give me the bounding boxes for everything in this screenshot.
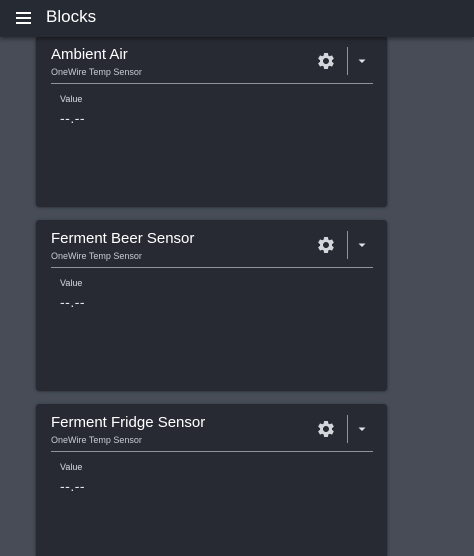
gear-icon[interactable] <box>316 419 336 439</box>
block-card-ambient-air: Ambient Air OneWire Temp Sensor Value --… <box>36 36 387 206</box>
gear-icon[interactable] <box>316 235 336 255</box>
block-title: Ambient Air <box>51 46 128 63</box>
caret-down-icon[interactable] <box>354 53 370 69</box>
value-label: Value <box>60 462 83 472</box>
page-title: Blocks <box>46 7 97 26</box>
block-type: OneWire Temp Sensor <box>51 67 142 77</box>
card-divider <box>51 267 373 268</box>
block-card-ferment-beer-sensor: Ferment Beer Sensor OneWire Temp Sensor … <box>36 220 387 390</box>
caret-down-icon[interactable] <box>354 237 370 253</box>
sensor-value: --.-- <box>60 294 86 310</box>
block-type: OneWire Temp Sensor <box>51 435 142 445</box>
header-divider <box>347 47 348 75</box>
value-label: Value <box>60 94 83 104</box>
menu-button[interactable] <box>11 8 35 28</box>
caret-down-icon[interactable] <box>354 421 370 437</box>
header-divider <box>347 415 348 443</box>
sensor-value: --.-- <box>60 110 86 126</box>
header-divider <box>347 231 348 259</box>
block-title: Ferment Fridge Sensor <box>51 414 206 431</box>
sensor-value: --.-- <box>60 478 86 494</box>
card-divider <box>51 83 373 84</box>
hamburger-menu-icon <box>16 12 31 14</box>
card-divider <box>51 451 373 452</box>
block-title: Ferment Beer Sensor <box>51 230 195 247</box>
block-card-ferment-fridge-sensor: Ferment Fridge Sensor OneWire Temp Senso… <box>36 404 387 556</box>
value-label: Value <box>60 278 83 288</box>
block-type: OneWire Temp Sensor <box>51 251 142 261</box>
app-header: Blocks <box>0 0 474 37</box>
gear-icon[interactable] <box>316 51 336 71</box>
